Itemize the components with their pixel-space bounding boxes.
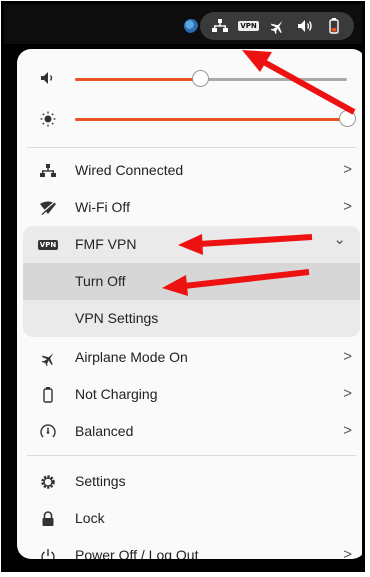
wired-connected-item[interactable]: Wired Connected > [17,152,362,189]
battery-item[interactable]: Not Charging > [17,376,362,413]
wifi-label: Wi-Fi Off [75,199,130,215]
airplane-icon [39,349,57,367]
volume-row [17,61,362,97]
volume-slider[interactable] [75,70,347,87]
divider [27,147,356,148]
turn-off-label: Turn Off [75,273,126,289]
screenshot-frame: VPN Wired Connected > Wi-Fi Off > VPN FM… [1,1,365,572]
airplane-label: Airplane Mode On [75,349,188,365]
battery-label: Not Charging [75,386,158,402]
chevron-right-icon: > [343,161,352,178]
brightness-row [17,101,362,137]
brightness-slider-knob[interactable] [339,110,356,127]
power-off-item[interactable]: Power Off / Log Out > [17,537,362,559]
chevron-right-icon: > [343,546,352,559]
vpn-icon: VPN [238,21,259,31]
app-indicator-icon[interactable] [184,19,198,33]
volume-slider-knob[interactable] [192,70,210,87]
vpn-settings-label: VPN Settings [75,310,159,326]
chevron-right-icon: > [343,348,352,365]
brightness-icon [40,111,56,127]
airplane-icon [266,15,288,37]
lock-item[interactable]: Lock [17,500,362,537]
brightness-slider-fill [75,118,347,121]
lock-label: Lock [75,510,105,526]
vpn-group: VPN FMF VPN ⌄ Turn Off VPN Settings [23,226,360,337]
network-wired-icon [209,15,231,37]
top-bar: VPN [4,4,362,44]
brightness-slider[interactable] [75,110,356,127]
lock-icon [39,510,57,528]
system-tray[interactable]: VPN [200,12,354,40]
wired-label: Wired Connected [75,162,184,178]
wifi-off-icon [39,199,57,217]
settings-item[interactable]: Settings [17,463,362,500]
settings-label: Settings [75,473,126,489]
battery-icon [39,386,57,404]
chevron-right-icon: > [343,198,352,215]
gear-icon [39,473,57,491]
power-mode-label: Balanced [75,423,134,439]
divider [27,455,356,456]
volume-slider-fill [75,78,201,81]
vpn-label: FMF VPN [75,236,137,252]
battery-icon [323,15,345,37]
vpn-icon: VPN [37,240,59,250]
chevron-right-icon: > [343,422,352,439]
power-off-label: Power Off / Log Out [75,547,199,559]
volume-icon [294,15,316,37]
power-icon [39,547,57,559]
chevron-down-icon: ⌄ [333,231,346,248]
vpn-item[interactable]: VPN FMF VPN ⌄ [17,226,360,263]
wifi-item[interactable]: Wi-Fi Off > [17,189,362,226]
vpn-settings-item[interactable]: VPN Settings [23,300,360,337]
quick-settings-menu: Wired Connected > Wi-Fi Off > VPN FMF VP… [17,49,362,559]
volume-icon [40,71,56,87]
airplane-mode-item[interactable]: Airplane Mode On > [17,339,362,376]
network-wired-icon [39,162,57,180]
chevron-right-icon: > [343,385,352,402]
vpn-turn-off-item[interactable]: Turn Off [23,263,360,300]
power-mode-icon [39,423,57,441]
power-mode-item[interactable]: Balanced > [17,413,362,450]
